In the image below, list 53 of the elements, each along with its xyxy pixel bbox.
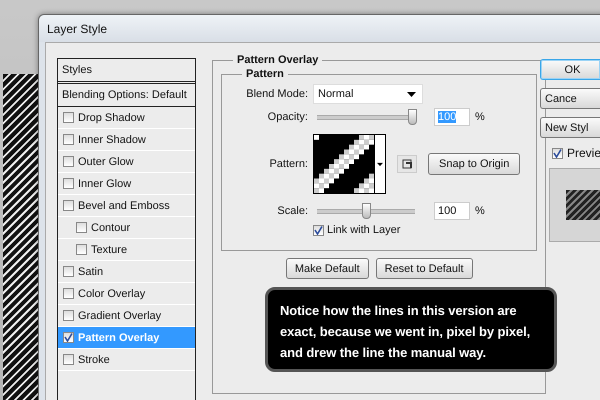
- dialog-button[interactable]: OK: [540, 59, 600, 80]
- pattern-picker[interactable]: [313, 134, 386, 194]
- checkbox[interactable]: [63, 266, 74, 277]
- callout-note: Notice how the lines in this version are exact, because we went in, pixel by pixel, and drew the line the manual way.: [265, 287, 557, 372]
- dropdown-arrow-icon[interactable]: [377, 162, 383, 166]
- number-field[interactable]: 100: [434, 202, 470, 220]
- new-preset-icon[interactable]: [397, 155, 417, 173]
- checkbox[interactable]: [63, 354, 74, 365]
- style-list-item[interactable]: Drop Shadow: [58, 107, 195, 129]
- checkbox[interactable]: [552, 148, 563, 158]
- field-label: Scale:: [276, 205, 308, 217]
- checkbox[interactable]: [76, 244, 87, 255]
- style-list-item[interactable]: Stroke: [58, 349, 195, 371]
- blend-mode-dropdown[interactable]: Normal: [313, 84, 423, 104]
- styles-header[interactable]: Styles: [58, 59, 195, 84]
- default-button[interactable]: Make Default: [286, 258, 369, 279]
- pattern-swatch-drawing: [314, 135, 374, 193]
- window-title: Layer Style: [47, 22, 108, 36]
- slider-thumb[interactable]: [362, 203, 371, 219]
- field-label: Pattern:: [268, 158, 308, 170]
- style-list-item[interactable]: Texture: [58, 239, 195, 261]
- group-title: Pattern: [245, 68, 285, 80]
- style-list-item[interactable]: Contour: [58, 217, 195, 239]
- slider-thumb[interactable]: [408, 109, 418, 125]
- unit-label: %: [475, 111, 485, 123]
- style-list-item[interactable]: Inner Shadow: [58, 129, 195, 151]
- style-list-item[interactable]: Satin: [58, 261, 195, 283]
- unit-label: %: [475, 205, 485, 217]
- checkbox[interactable]: [63, 156, 74, 167]
- style-list-item[interactable]: Inner Glow: [58, 173, 195, 195]
- checkbox[interactable]: [63, 200, 74, 211]
- style-list-item[interactable]: Color Overlay: [58, 283, 195, 305]
- dropdown-arrow-icon: [407, 92, 416, 96]
- field-label: Blend Mode:: [245, 88, 308, 100]
- checkbox[interactable]: [63, 288, 74, 299]
- style-list-item[interactable]: Bevel and Emboss: [58, 195, 195, 217]
- checkbox[interactable]: [313, 224, 324, 236]
- dialog-button[interactable]: New Styl: [540, 117, 600, 138]
- checkbox[interactable]: [63, 134, 74, 145]
- preview-pattern: [566, 190, 600, 220]
- field-label: Opacity:: [266, 111, 308, 123]
- blending-options-item[interactable]: Blending Options: Default: [58, 84, 195, 107]
- checkbox[interactable]: [63, 112, 74, 123]
- checkbox[interactable]: [63, 332, 74, 343]
- checkbox[interactable]: [76, 222, 87, 233]
- checkbox[interactable]: [63, 178, 74, 189]
- style-list-item[interactable]: Outer Glow: [58, 151, 195, 173]
- panel-title: Pattern Overlay: [236, 54, 320, 66]
- default-button[interactable]: Reset to Default: [376, 258, 472, 279]
- dialog-button[interactable]: Cance: [540, 88, 600, 109]
- checkbox-label: Link with Layer: [327, 224, 400, 236]
- checkbox[interactable]: [63, 310, 74, 321]
- snap-to-origin-button[interactable]: Snap to Origin: [428, 153, 520, 175]
